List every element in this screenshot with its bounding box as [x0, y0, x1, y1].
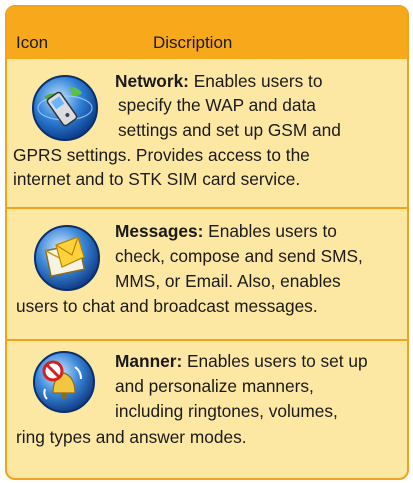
network-entry: Network: Enables users to specify the WA…	[7, 59, 407, 207]
manner-text-1: Enables users to set up	[182, 351, 368, 371]
messages-title: Messages:	[115, 221, 204, 241]
messages-line-4: users to chat and broadcast messages.	[16, 296, 318, 316]
messages-text-1: Enables users to	[203, 221, 337, 241]
manual-table: Icon Discription Network: Enables users …	[5, 5, 409, 480]
network-line-1: Network: Enables users to	[115, 69, 322, 93]
messages-line-2: check, compose and send SMS,	[115, 246, 363, 266]
network-line-5: internet and to STK SIM card service.	[13, 169, 301, 189]
manner-title: Manner:	[115, 351, 183, 371]
manner-line-1: Manner: Enables users to set up	[115, 349, 368, 373]
network-line-4: GPRS settings. Provides access to the	[13, 145, 310, 165]
manner-bell-icon	[33, 351, 95, 413]
manner-line-4: ring types and answer modes.	[16, 427, 247, 447]
manner-line-2: and personalize manners,	[115, 376, 314, 396]
network-globe-phone-icon	[32, 75, 98, 141]
manner-line-3: including ringtones, volumes,	[115, 401, 338, 421]
header-icon-column: Icon	[16, 33, 49, 52]
manner-entry: Manner: Enables users to set up and pers…	[7, 341, 407, 476]
network-line-3: settings and set up GSM and	[118, 120, 341, 140]
table-header: Icon Discription	[7, 7, 407, 59]
messages-line-3: MMS, or Email. Also, enables	[115, 271, 341, 291]
messages-entry: Messages: Enables users to check, compos…	[7, 209, 407, 339]
messages-envelope-icon	[34, 225, 100, 291]
messages-line-1: Messages: Enables users to	[115, 219, 337, 243]
network-title: Network:	[115, 71, 189, 91]
network-line-2: specify the WAP and data	[118, 95, 316, 115]
network-text-1: Enables users to	[188, 71, 323, 91]
header-description-column: Discription	[153, 33, 233, 52]
